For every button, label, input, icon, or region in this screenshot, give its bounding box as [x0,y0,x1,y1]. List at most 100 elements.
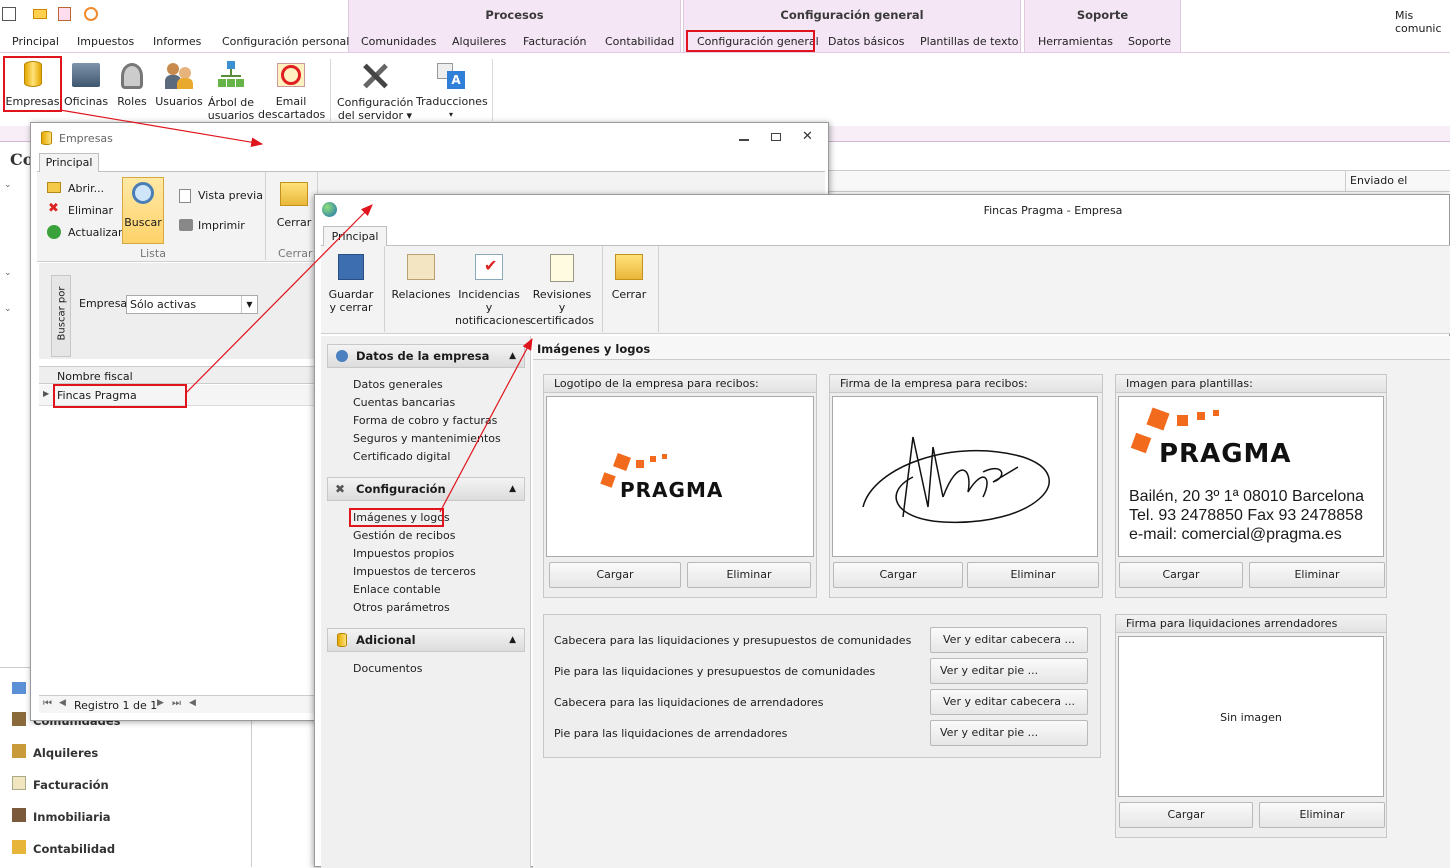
nav-alquileres[interactable]: Alquileres [33,746,98,760]
link-documentos[interactable]: Documentos [353,662,422,675]
minimize-icon[interactable] [739,132,749,141]
actualizar-button[interactable]: Actualizar [68,226,123,239]
link-certificado-digital[interactable]: Certificado digital [353,450,450,463]
prev-icon[interactable]: ◀ [59,698,66,708]
cerrar-button[interactable]: Cerrar [609,252,649,324]
next-icon[interactable]: ▶ [157,698,164,708]
ver-editar-cabecera-arrendadores-button[interactable]: Ver y editar cabecera ... [930,689,1088,715]
tab-principal[interactable]: Principal [12,35,59,48]
section-header-datos[interactable]: Datos de la empresa ▲ [327,344,525,368]
close-icon[interactable]: ✕ [802,129,813,144]
chevron-up-icon[interactable]: ▲ [509,345,516,367]
cargar-plantilla-button[interactable]: Cargar [1119,562,1243,588]
section-header-adicional[interactable]: Adicional ▲ [327,628,525,652]
link-cuentas-bancarias[interactable]: Cuentas bancarias [353,396,455,409]
section-header-configuracion[interactable]: ✖ Configuración ▲ [327,477,525,501]
tab-soporte[interactable]: Soporte [1128,35,1171,48]
empresa-select[interactable]: Sólo activas ▼ [126,295,258,314]
chevron-down-icon[interactable]: ▼ [241,296,257,313]
link-otros-parametros[interactable]: Otros parámetros [353,601,450,614]
tab-informes[interactable]: Informes [153,35,201,48]
button-label: Configuración [337,96,414,109]
email-descartados-button[interactable]: Email descartados [258,57,325,123]
cargar-firma-liq-button[interactable]: Cargar [1119,802,1253,828]
app-icon[interactable] [2,7,16,21]
ver-editar-cabecera-comunidades-button[interactable]: Ver y editar cabecera ... [930,627,1088,653]
oficinas-button[interactable]: Oficinas [64,57,108,111]
column-nombre-fiscal[interactable]: Nombre fiscal [57,370,133,383]
nav-inmobiliaria[interactable]: Inmobiliaria [33,810,111,824]
section-title: Datos de la empresa [356,349,490,363]
nav-contabilidad[interactable]: Contabilidad [33,842,115,856]
roles-button[interactable]: Roles [112,57,152,111]
link-gestion-recibos[interactable]: Gestión de recibos [353,529,455,542]
tab-impuestos[interactable]: Impuestos [77,35,134,48]
link-impuestos-terceros[interactable]: Impuestos de terceros [353,565,476,578]
user-menu[interactable]: Mis comunic [1395,9,1450,35]
eliminar-logo-button[interactable]: Eliminar [687,562,811,588]
tab-configuracion-personal[interactable]: Configuración personal [222,35,349,48]
nav-facturacion[interactable]: Facturación [33,778,109,792]
vista-previa-button[interactable]: Vista previa [198,189,263,202]
restore-icon[interactable] [771,133,781,141]
empty-image-text: Sin imagen [1220,711,1282,724]
tab-principal[interactable]: Principal [39,153,99,173]
expand-icon[interactable]: ⌄ [4,304,12,314]
cargar-firma-button[interactable]: Cargar [833,562,963,588]
relaciones-button[interactable]: Relaciones [391,252,451,324]
divider [602,246,603,332]
eliminar-firma-button[interactable]: Eliminar [967,562,1099,588]
traducciones-button[interactable]: A Traducciones ▾ [416,57,488,123]
arbol-usuarios-button[interactable]: Árbol de usuarios [207,57,255,123]
ver-editar-pie-arrendadores-button[interactable]: Ver y editar pie ... [930,720,1088,746]
firma-image[interactable] [832,396,1098,557]
link-datos-generales[interactable]: Datos generales [353,378,443,391]
usuarios-button[interactable]: Usuarios [155,57,203,111]
cerrar-button[interactable]: Cerrar [275,178,313,238]
tab-facturacion[interactable]: Facturación [523,35,586,48]
delete-icon: ✖ [48,201,59,216]
buscar-button[interactable]: Buscar [122,177,164,244]
tab-alquileres[interactable]: Alquileres [452,35,506,48]
link-seguros[interactable]: Seguros y mantenimientos [353,432,501,445]
chevron-up-icon[interactable]: ▲ [509,629,516,651]
tab-datos-basicos[interactable]: Datos básicos [828,35,905,48]
liquidaciones-group: Cabecera para las liquidaciones y presup… [543,614,1101,758]
users-icon [165,63,193,89]
first-icon[interactable]: ⏮ [43,698,52,709]
column-enviado[interactable]: Enviado el [1350,174,1407,187]
link-forma-de-cobro[interactable]: Forma de cobro y facturas [353,414,497,427]
tab-plantillas-de-texto[interactable]: Plantillas de texto [920,35,1019,48]
scroll-left-icon[interactable]: ◀ [189,698,196,708]
expand-icon[interactable]: ⌄ [4,268,12,278]
expand-icon[interactable]: ⌄ [4,180,12,190]
abrir-button[interactable]: Abrir... [68,182,104,195]
cargar-logo-button[interactable]: Cargar [549,562,681,588]
logo-image[interactable]: PRAGMA [546,396,814,557]
incidencias-button[interactable]: ✔ Incidencias y notificaciones [455,252,531,327]
ver-editar-pie-comunidades-button[interactable]: Ver y editar pie ... [930,658,1088,684]
tasks-icon[interactable] [58,7,71,21]
tab-principal[interactable]: Principal [323,226,387,247]
last-icon[interactable]: ⏭ [172,698,181,709]
mail-icon[interactable] [33,9,47,19]
tab-herramientas[interactable]: Herramientas [1038,35,1113,48]
eliminar-button[interactable]: Eliminar [68,204,113,217]
button-label: Cerrar [611,288,647,301]
tab-contabilidad[interactable]: Contabilidad [605,35,674,48]
broadcast-icon[interactable] [84,7,98,21]
revisiones-button[interactable]: Revisiones y certificados [529,252,595,327]
eliminar-plantilla-button[interactable]: Eliminar [1249,562,1385,588]
plantillas-image[interactable]: PRAGMA Bailén, 20 3º 1ª 08010 Barcelona … [1118,396,1384,557]
buscar-por-tab[interactable]: Buscar por [51,275,71,357]
firma-liquidaciones-image[interactable]: Sin imagen [1118,636,1384,797]
link-impuestos-propios[interactable]: Impuestos propios [353,547,454,560]
imprimir-button[interactable]: Imprimir [198,219,245,232]
link-enlace-contable[interactable]: Enlace contable [353,583,441,596]
configuracion-servidor-button[interactable]: Configuración del servidor ▾ [337,57,413,123]
chevron-up-icon[interactable]: ▲ [509,478,516,500]
tab-comunidades[interactable]: Comunidades [361,35,436,48]
eliminar-firma-liq-button[interactable]: Eliminar [1259,802,1385,828]
guardar-y-cerrar-button[interactable]: Guardar y cerrar [325,252,377,324]
user-icon [336,350,348,362]
